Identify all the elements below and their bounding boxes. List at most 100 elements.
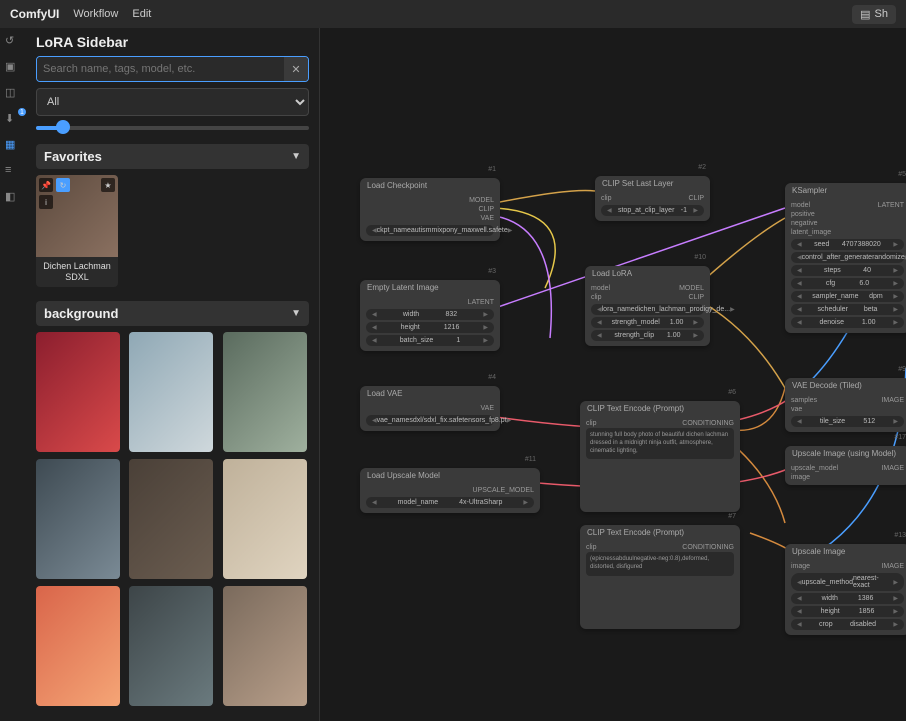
node-clip-text-encode-negative[interactable]: #7 CLIP Text Encode (Prompt) clipCONDITI… bbox=[580, 525, 740, 629]
node-id-tag: #5 bbox=[898, 171, 906, 178]
lora-thumbnail[interactable] bbox=[36, 459, 120, 579]
history-icon[interactable]: ↺ bbox=[5, 34, 21, 50]
node-id-tag: #7 bbox=[728, 513, 736, 520]
tile-size-control[interactable]: ◀tile_size512▶ bbox=[791, 416, 904, 427]
lora-name-control[interactable]: ◀lora_namedichen_lachman_prodigy_de...▶ bbox=[591, 304, 704, 315]
search-wrap: ✕ bbox=[36, 56, 309, 82]
node-id-tag: #17 bbox=[894, 434, 906, 441]
background-header[interactable]: background ▼ bbox=[36, 301, 309, 326]
node-empty-latent[interactable]: #3 Empty Latent Image LATENT ◀width832▶ … bbox=[360, 280, 500, 351]
height-control[interactable]: ◀height1856▶ bbox=[791, 606, 904, 617]
node-title: Upscale Image (using Model) bbox=[785, 446, 906, 461]
batch-control[interactable]: ◀batch_size1▶ bbox=[366, 335, 494, 346]
favorite-card[interactable]: 📌 ↻ ★ i Dichen Lachman SDXL bbox=[36, 175, 118, 287]
lora-thumbnail[interactable] bbox=[129, 586, 213, 706]
ckpt-name-control[interactable]: ◀ckpt_nameautismmixpony_maxwell.safete▶ bbox=[366, 225, 494, 236]
width-control[interactable]: ◀width1386▶ bbox=[791, 593, 904, 604]
left-icon-bar: ↺ ▣ ◫ ⬇1 ▦ ≡ ◧ bbox=[0, 28, 26, 721]
menu-icon[interactable]: ≡ bbox=[5, 164, 21, 180]
node-title: Load Upscale Model bbox=[360, 468, 540, 483]
prompt-text[interactable]: (epicnessabduulnegative-neg:0.8),deforme… bbox=[586, 552, 734, 576]
prompt-text[interactable]: stunning full body photo of beautiful di… bbox=[586, 428, 734, 459]
node-id-tag: #10 bbox=[694, 254, 706, 261]
lora-thumbnail[interactable] bbox=[223, 332, 307, 452]
node-id-tag: #9 bbox=[898, 366, 906, 373]
info-icon[interactable]: i bbox=[39, 195, 53, 209]
share-button[interactable]: ▤ Sh bbox=[852, 5, 896, 24]
star-icon[interactable]: ★ bbox=[101, 178, 115, 192]
download-icon[interactable]: ⬇1 bbox=[5, 112, 21, 128]
height-control[interactable]: ◀height1216▶ bbox=[366, 322, 494, 333]
gallery-icon[interactable]: ▦ bbox=[5, 138, 21, 154]
node-id-tag: #3 bbox=[488, 268, 496, 275]
width-control[interactable]: ◀width832▶ bbox=[366, 309, 494, 320]
strength-clip-control[interactable]: ◀strength_clip1.00▶ bbox=[591, 330, 704, 341]
lora-thumbnail[interactable] bbox=[36, 332, 120, 452]
refresh-icon[interactable]: ↻ bbox=[56, 178, 70, 192]
menu-edit[interactable]: Edit bbox=[132, 8, 151, 20]
ctrl-after-control[interactable]: ◀control_after_generaterandomize▶ bbox=[791, 252, 904, 263]
node-load-checkpoint[interactable]: #1 Load Checkpoint MODEL CLIP VAE ◀ckpt_… bbox=[360, 178, 500, 241]
download-badge: 1 bbox=[18, 108, 26, 116]
steps-control[interactable]: ◀steps40▶ bbox=[791, 265, 904, 276]
node-title: Load Checkpoint bbox=[360, 178, 500, 193]
thumbnail-grid bbox=[36, 332, 309, 706]
node-ksampler[interactable]: #5 KSampler modelLATENT positive negativ… bbox=[785, 183, 906, 333]
favorite-thumbnail: 📌 ↻ ★ i bbox=[36, 175, 118, 257]
vae-name-control[interactable]: ◀vae_namesdxl/sdxl_fix.safetensors_fp8.p… bbox=[366, 415, 494, 426]
sidebar-title: LoRA Sidebar bbox=[36, 34, 309, 50]
node-title: CLIP Text Encode (Prompt) bbox=[580, 401, 740, 416]
lora-thumbnail[interactable] bbox=[223, 459, 307, 579]
node-id-tag: #4 bbox=[488, 374, 496, 381]
node-id-tag: #11 bbox=[525, 456, 536, 463]
denoise-control[interactable]: ◀denoise1.00▶ bbox=[791, 317, 904, 328]
lora-thumbnail[interactable] bbox=[223, 586, 307, 706]
lora-thumbnail[interactable] bbox=[129, 332, 213, 452]
chevron-down-icon: ▼ bbox=[291, 151, 301, 162]
cfg-control[interactable]: ◀cfg6.0▶ bbox=[791, 278, 904, 289]
node-load-vae[interactable]: #4 Load VAE VAE ◀vae_namesdxl/sdxl_fix.s… bbox=[360, 386, 500, 431]
lora-sidebar: LoRA Sidebar ✕ All Favorites ▼ 📌 ↻ ★ i bbox=[26, 28, 320, 721]
menu-workflow[interactable]: Workflow bbox=[73, 8, 118, 20]
favorite-label: Dichen Lachman SDXL bbox=[36, 257, 118, 287]
crop-control[interactable]: ◀cropdisabled▶ bbox=[791, 619, 904, 630]
clear-search-button[interactable]: ✕ bbox=[284, 57, 308, 81]
model-name-control[interactable]: ◀model_name4x-UltraSharp▶ bbox=[366, 497, 534, 508]
upscale-method-control[interactable]: ◀upscale_methodnearest-exact▶ bbox=[791, 573, 904, 591]
node-id-tag: #2 bbox=[698, 164, 706, 171]
node-title: Load VAE bbox=[360, 386, 500, 401]
lora-thumbnail[interactable] bbox=[129, 459, 213, 579]
search-input[interactable] bbox=[37, 57, 284, 81]
app-logo: ComfyUI bbox=[10, 7, 59, 21]
strength-model-control[interactable]: ◀strength_model1.00▶ bbox=[591, 317, 704, 328]
node-load-lora[interactable]: #10 Load LoRA modelMODEL clipCLIP ◀lora_… bbox=[585, 266, 710, 346]
node-canvas[interactable]: #1 Load Checkpoint MODEL CLIP VAE ◀ckpt_… bbox=[320, 28, 906, 721]
sampler-control[interactable]: ◀sampler_namedpm▶ bbox=[791, 291, 904, 302]
node-upscale-image[interactable]: #13 Upscale Image imageIMAGE ◀upscale_me… bbox=[785, 544, 906, 635]
zoom-slider[interactable] bbox=[36, 126, 309, 130]
pin-icon[interactable]: 📌 bbox=[39, 178, 53, 192]
share-icon: ▤ bbox=[860, 8, 870, 21]
node-title: Upscale Image bbox=[785, 544, 906, 559]
box-icon[interactable]: ◫ bbox=[5, 86, 21, 102]
node-id-tag: #6 bbox=[728, 389, 736, 396]
node-clip-text-encode-positive[interactable]: #6 CLIP Text Encode (Prompt) clipCONDITI… bbox=[580, 401, 740, 512]
stop-layer-control[interactable]: ◀stop_at_clip_layer-1▶ bbox=[601, 205, 704, 216]
node-upscale-image-model[interactable]: #17 Upscale Image (using Model) upscale_… bbox=[785, 446, 906, 485]
node-clip-set-last-layer[interactable]: #2 CLIP Set Last Layer clipCLIP ◀stop_at… bbox=[595, 176, 710, 221]
node-vae-decode[interactable]: #9 VAE Decode (Tiled) samplesIMAGE vae ◀… bbox=[785, 378, 906, 432]
lora-thumbnail[interactable] bbox=[36, 586, 120, 706]
view-icon[interactable]: ◧ bbox=[5, 190, 21, 206]
node-title: CLIP Set Last Layer bbox=[595, 176, 710, 191]
seed-control[interactable]: ◀seed4707388020▶ bbox=[791, 239, 904, 250]
node-title: KSampler bbox=[785, 183, 906, 198]
node-load-upscale-model[interactable]: #11 Load Upscale Model UPSCALE_MODEL ◀mo… bbox=[360, 468, 540, 513]
node-title: CLIP Text Encode (Prompt) bbox=[580, 525, 740, 540]
node-title: Empty Latent Image bbox=[360, 280, 500, 295]
file-icon[interactable]: ▣ bbox=[5, 60, 21, 76]
node-id-tag: #13 bbox=[894, 532, 906, 539]
filter-dropdown[interactable]: All bbox=[36, 88, 309, 116]
chevron-down-icon: ▼ bbox=[291, 308, 301, 319]
scheduler-control[interactable]: ◀schedulerbeta▶ bbox=[791, 304, 904, 315]
favorites-header[interactable]: Favorites ▼ bbox=[36, 144, 309, 169]
